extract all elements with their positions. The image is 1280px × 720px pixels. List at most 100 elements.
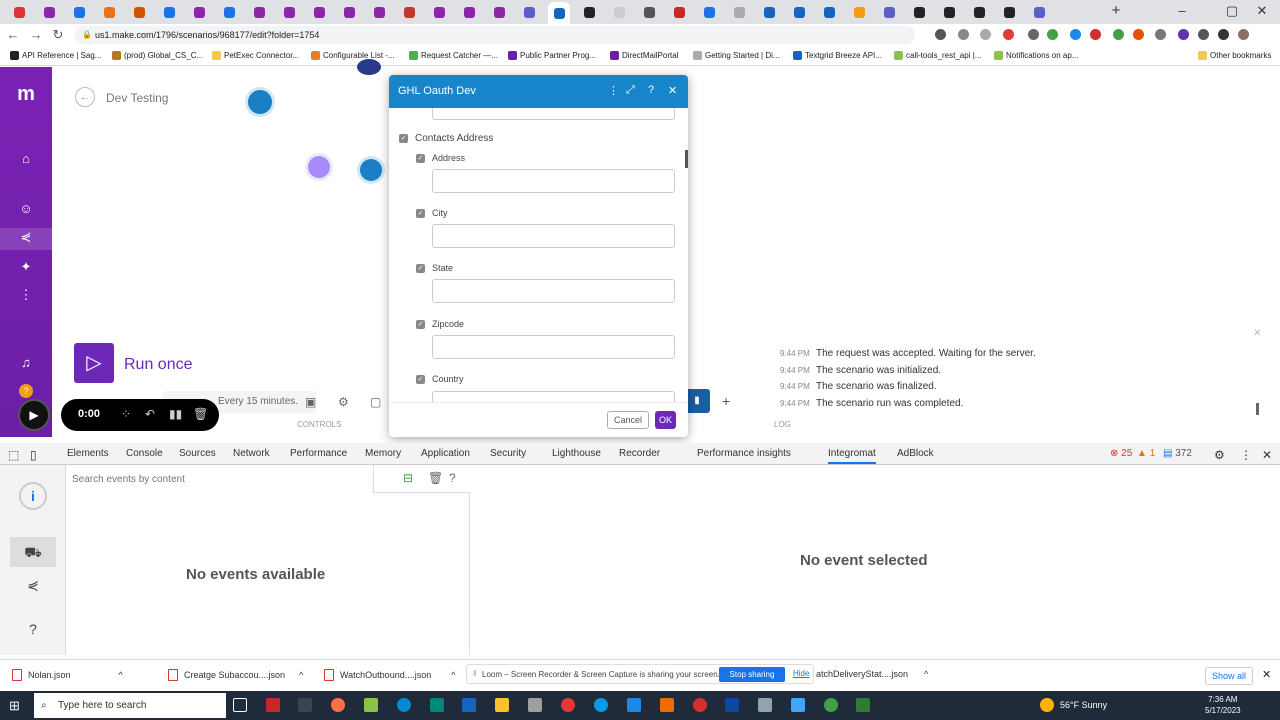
forward-button[interactable]: → [28, 27, 44, 42]
warning-count-badge[interactable]: ▲ 1 [1137, 448, 1155, 459]
browser-tab[interactable] [638, 4, 660, 20]
browser-tab[interactable] [728, 4, 750, 20]
browser-tab[interactable] [908, 4, 930, 20]
more-options-icon[interactable]: ⋮ [608, 84, 619, 97]
bookmark-item[interactable]: Getting Started | Di... [693, 51, 780, 60]
maximize-icon[interactable]: ⤢ [626, 84, 635, 97]
photoshop-icon[interactable] [725, 698, 739, 712]
help-icon[interactable]: ? [22, 618, 44, 640]
extension-icon[interactable] [1070, 29, 1081, 40]
app-icon[interactable] [528, 698, 542, 712]
vscode-icon[interactable] [627, 698, 641, 712]
add-module-icon[interactable]: + [722, 393, 730, 409]
firefox-icon[interactable] [331, 698, 345, 712]
drag-handle-icon[interactable]: ‖ [473, 669, 476, 678]
download-item[interactable]: atchDeliveryStat....json ^ [816, 669, 928, 679]
taskbar-search-input[interactable]: ⌕ Type here to search [34, 693, 226, 718]
taskbar-clock[interactable]: 7:36 AM 5/17/2023 [1205, 694, 1241, 716]
tab-performance-insights[interactable]: Performance insights [697, 448, 791, 459]
address-checkbox[interactable]: ✓ [416, 154, 425, 163]
settings-icon[interactable]: ⚙ [338, 395, 349, 409]
browser-tab[interactable] [938, 4, 960, 20]
minimize-button[interactable]: – [1172, 3, 1192, 18]
bookmark-item[interactable]: (prod) Global_CS_C... [112, 51, 203, 60]
help-icon[interactable]: ? [449, 471, 456, 485]
pause-icon[interactable]: ▮▮ [169, 407, 182, 421]
help-icon[interactable]: ? [19, 384, 33, 398]
search-events-input[interactable] [66, 465, 374, 493]
new-tab-button[interactable]: + [1108, 3, 1124, 19]
url-input[interactable]: 🔒 us1.make.com/1796/scenarios/968177/edit… [75, 26, 915, 44]
chevron-up-icon[interactable]: ^ [924, 669, 928, 679]
extension-icon[interactable] [935, 29, 946, 40]
weather-text[interactable]: 56°F Sunny [1060, 700, 1107, 710]
country-input[interactable] [432, 391, 675, 402]
extension-icon[interactable] [1113, 29, 1124, 40]
close-window-button[interactable]: ✕ [1252, 3, 1272, 19]
save-icon[interactable]: ▣ [305, 395, 316, 409]
browser-tab[interactable] [188, 4, 210, 20]
notifications-icon[interactable]: ♫ [17, 354, 35, 372]
edge-icon[interactable] [594, 698, 608, 712]
app-icon[interactable] [758, 698, 772, 712]
bookmark-item[interactable]: Notifications on ap... [994, 51, 1078, 60]
hide-link[interactable]: Hide [793, 669, 809, 678]
browser-tab[interactable] [218, 4, 240, 20]
browser-tab[interactable] [758, 4, 780, 20]
close-icon[interactable]: ✕ [1253, 328, 1261, 339]
info-count-badge[interactable]: ▤ 372 [1163, 448, 1192, 459]
extension-icon[interactable] [1047, 29, 1058, 40]
browser-tab[interactable] [278, 4, 300, 20]
loom-camera-icon[interactable]: ▶ [18, 399, 50, 431]
draw-icon[interactable]: ⁘ [121, 407, 131, 421]
browser-tab[interactable] [668, 4, 690, 20]
browser-tab[interactable] [428, 4, 450, 20]
outlook-icon[interactable] [462, 698, 476, 712]
undo-icon[interactable]: ↶ [145, 407, 155, 421]
tab-network[interactable]: Network [233, 448, 270, 459]
make-logo-icon[interactable]: m [13, 84, 39, 104]
browser-tab[interactable] [968, 4, 990, 20]
tab-security[interactable]: Security [490, 448, 526, 459]
browser-tab[interactable] [458, 4, 480, 20]
dialog-scrollbar[interactable] [685, 150, 688, 168]
stop-sharing-button[interactable]: Stop sharing [719, 667, 785, 682]
browser-tab[interactable] [368, 4, 390, 20]
browser-tab[interactable] [878, 4, 900, 20]
more-icon[interactable]: ⋮ [17, 286, 35, 304]
browser-tab[interactable] [158, 4, 180, 20]
extension-icon[interactable] [1178, 29, 1189, 40]
browser-tab[interactable] [818, 4, 840, 20]
browser-tab[interactable] [68, 4, 90, 20]
extension-icon[interactable] [1133, 29, 1144, 40]
tab-console[interactable]: Console [126, 448, 163, 459]
download-item[interactable]: WatchOutbound....json ^ [324, 669, 455, 681]
browser-tab[interactable] [608, 4, 630, 20]
filezilla-icon[interactable] [266, 698, 280, 712]
tab-performance[interactable]: Performance [290, 448, 347, 459]
error-count-badge[interactable]: ⊗ 25 [1110, 448, 1132, 459]
ghl-module-node[interactable] [248, 90, 272, 114]
download-item[interactable]: Nolan.json ^ [12, 669, 123, 681]
other-bookmarks[interactable]: Other bookmarks [1198, 51, 1271, 60]
trash-icon[interactable]: 🗑 [193, 407, 208, 421]
home-icon[interactable]: ⌂ [17, 150, 35, 168]
task-view-icon[interactable] [233, 698, 247, 712]
bookmark-item[interactable]: Request Catcher —... [409, 51, 498, 60]
bookmark-item[interactable]: call-tools_rest_api |... [894, 51, 981, 60]
address-input[interactable] [432, 169, 675, 193]
state-checkbox[interactable]: ✓ [416, 264, 425, 273]
tab-integromat[interactable]: Integromat [828, 448, 876, 464]
browser-tab[interactable] [518, 4, 540, 20]
section-checkbox[interactable]: ✓ [399, 134, 408, 143]
country-checkbox[interactable]: ✓ [416, 375, 425, 384]
app-icon[interactable] [660, 698, 674, 712]
app-icon[interactable] [693, 698, 707, 712]
more-options-icon[interactable]: ⋮ [1240, 448, 1252, 462]
browser-tab[interactable] [788, 4, 810, 20]
bookmark-item[interactable]: DirectMailPortal [610, 51, 678, 60]
close-icon[interactable]: ✕ [668, 84, 677, 97]
tab-sources[interactable]: Sources [179, 448, 216, 459]
show-all-button[interactable]: Show all [1205, 667, 1253, 685]
tab-elements[interactable]: Elements [67, 448, 109, 459]
